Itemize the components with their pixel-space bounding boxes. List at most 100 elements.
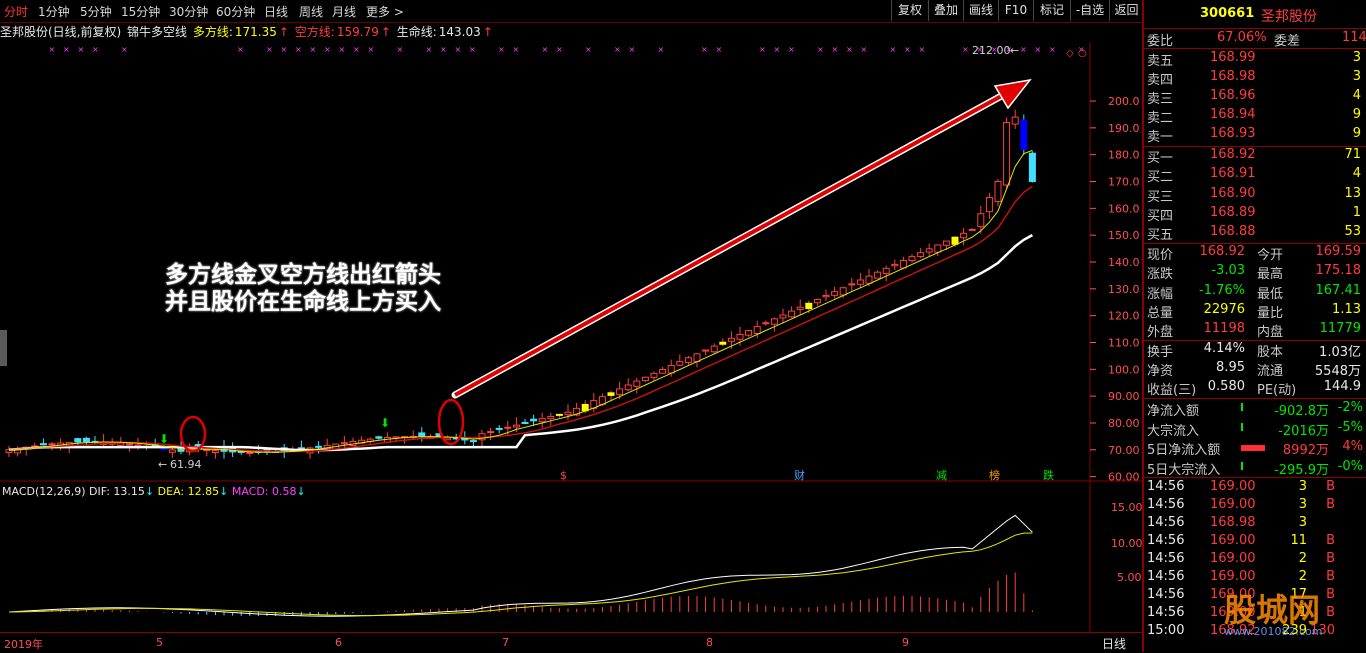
low-marker: 61.94 [170, 458, 202, 471]
signal-x-mark: × [701, 45, 708, 54]
ask-row[interactable]: 卖四 168.98 3 [1147, 69, 1365, 88]
candle [418, 432, 426, 437]
candle [994, 181, 1002, 202]
candle [985, 197, 993, 213]
candle [469, 440, 477, 443]
candle [951, 236, 959, 245]
candle [874, 271, 882, 279]
signal-x-mark: × [237, 45, 244, 54]
event-label-fall: 跌 [1043, 468, 1054, 482]
candle [727, 337, 735, 342]
bid-row[interactable]: 买四 168.89 1 [1147, 205, 1365, 224]
price-axis-label: 70.00 [1108, 444, 1140, 457]
signal-x-mark: × [281, 45, 288, 54]
short-line-value: 159.79 [336, 25, 379, 39]
signal-x-mark: × [397, 45, 404, 54]
period-tab-5min[interactable]: 5分钟 [80, 3, 112, 20]
period-tab-daily[interactable]: 日线 [264, 3, 288, 20]
candle [125, 443, 133, 446]
candle [624, 384, 632, 391]
candle [659, 368, 667, 374]
candle [246, 451, 254, 454]
macd-chart[interactable]: 15.00 10.00 5.00 [0, 481, 1142, 632]
ask-row[interactable]: 卖二 168.94 9 [1147, 107, 1365, 126]
restore-rights-button[interactable]: 复权 [891, 0, 928, 21]
ask-row[interactable]: 卖三 168.96 4 [1147, 88, 1365, 107]
order-ratio-row: 委比 67.06% 委差 114 [1147, 30, 1366, 49]
signal-x-mark: × [49, 45, 56, 54]
period-tab-15min[interactable]: 15分钟 [121, 3, 160, 20]
dif-line [8, 514, 1033, 617]
macd-axis-5: 5.00 [1117, 571, 1142, 584]
period-tab-more[interactable]: 更多 > [366, 3, 404, 20]
close-icon: ○ [1078, 48, 1087, 59]
draw-line-button[interactable]: 画线 [963, 0, 998, 21]
watchlist-button[interactable]: -自选 [1070, 0, 1109, 21]
period-tab-weekly[interactable]: 周线 [299, 3, 323, 20]
candle [82, 437, 90, 443]
candle [684, 357, 692, 363]
bid-row[interactable]: 买一 168.92 71 [1147, 147, 1365, 166]
candle [745, 330, 753, 336]
svg-text:←: ← [1010, 44, 1019, 57]
candle [882, 267, 890, 274]
candle [616, 388, 624, 395]
candle [340, 442, 348, 445]
ask-row[interactable]: 卖五 168.99 3 [1147, 50, 1365, 69]
candle [736, 333, 744, 340]
period-tab-60min[interactable]: 60分钟 [216, 3, 255, 20]
side-handle[interactable] [0, 330, 7, 366]
bid-row[interactable]: 买三 168.90 13 [1147, 186, 1365, 205]
event-label-finance: 财 [794, 468, 805, 482]
signal-x-mark: × [63, 45, 70, 54]
quote-row: 外盘 11198 内盘 11779 [1147, 321, 1361, 341]
candle [168, 449, 176, 453]
candle [753, 326, 761, 334]
overlay-button[interactable]: 叠加 [928, 0, 963, 21]
price-axis-label: 200.0 [1108, 95, 1140, 108]
candle [375, 436, 383, 439]
candle [650, 372, 658, 378]
stats-row: 换手 4.14% 股本 1.03亿 [1147, 341, 1361, 360]
stats-row: 净资 8.95 流通 5548万 [1147, 360, 1361, 379]
period-tab-monthly[interactable]: 月线 [332, 3, 356, 20]
candle [1020, 119, 1028, 150]
candle [822, 295, 830, 298]
order-ratio-value: 67.06% [1217, 30, 1267, 45]
signal-x-mark: × [78, 45, 85, 54]
signal-x-mark: × [904, 45, 911, 54]
period-tab-30min[interactable]: 30分钟 [169, 3, 208, 20]
signal-x-mark: × [92, 45, 99, 54]
candle [160, 448, 168, 451]
mark-button[interactable]: 标记 [1033, 0, 1070, 21]
candle [555, 413, 563, 416]
candle [444, 437, 452, 441]
candle [891, 263, 899, 267]
period-tab-1min[interactable]: 1分钟 [38, 3, 70, 20]
price-axis-label: 160.0 [1108, 202, 1140, 215]
bid-row[interactable]: 买二 168.91 4 [1147, 166, 1365, 185]
f10-button[interactable]: F10 [998, 0, 1033, 21]
candle [1028, 152, 1036, 183]
signal-x-mark: × [890, 45, 897, 54]
macd-axis-10: 10.00 [1111, 537, 1142, 550]
candle [788, 310, 796, 318]
price-axis-label: 140.0 [1108, 256, 1140, 269]
signal-x-mark: × [542, 45, 549, 54]
bid-row[interactable]: 买五 168.88 53 [1147, 224, 1365, 243]
ask-row[interactable]: 卖一 168.93 9 [1147, 126, 1365, 145]
signal-x-mark: × [846, 45, 853, 54]
candle [48, 443, 56, 446]
candle [908, 256, 916, 262]
price-axis-label: 110.0 [1108, 336, 1140, 349]
svg-text:←: ← [158, 458, 167, 471]
candle [676, 361, 684, 366]
candle [530, 418, 538, 422]
candle [74, 438, 82, 443]
trend-arrow [454, 92, 1006, 397]
back-button[interactable]: 返回 [1109, 0, 1143, 21]
candle [607, 392, 615, 396]
candle [779, 314, 787, 319]
period-tab-timeshare[interactable]: 分时 [4, 3, 28, 20]
trend-arrow-head [993, 78, 1032, 110]
